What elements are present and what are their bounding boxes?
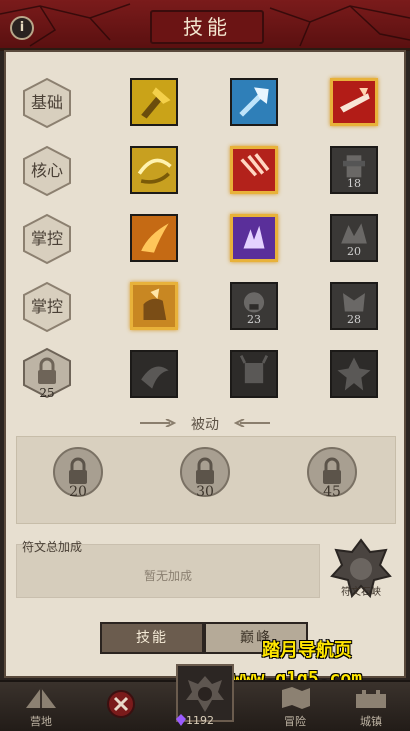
row-label-mastery-2: 掌控	[20, 280, 74, 334]
skill-blue-hammer[interactable]	[230, 78, 278, 126]
skill-red-axe-strike[interactable]	[330, 78, 378, 126]
info-button[interactable]: i	[10, 16, 34, 40]
row-label-text: 核心	[30, 161, 63, 180]
divider-ornament-right	[234, 419, 270, 427]
demon-skull-icon	[186, 676, 224, 712]
skill-locked-roar[interactable]: 23	[230, 282, 278, 330]
fire-leap-icon	[141, 223, 169, 253]
tent-icon	[26, 688, 56, 708]
locked-spike-icon	[337, 357, 371, 391]
page-title: 技能	[150, 10, 264, 44]
skill-golden-whirlwind[interactable]	[130, 146, 178, 194]
rune-empty-text: 暂无加成	[143, 569, 192, 583]
row-label-core: 核心	[20, 144, 74, 198]
passive-unlock-level: 20	[69, 484, 87, 500]
skill-locked-rock[interactable]: 20	[330, 214, 378, 262]
locked-dragon-icon	[141, 366, 169, 389]
row-label-text: 掌控	[30, 229, 63, 248]
nav-adventure-label: 冒险	[284, 715, 306, 728]
golden-fist-icon	[143, 288, 167, 320]
skill-locked-totem[interactable]: 18	[330, 146, 378, 194]
skill-golden-fist[interactable]	[130, 282, 178, 330]
tab-skill[interactable]: 技能	[100, 622, 204, 654]
blue-hammer-icon	[239, 87, 269, 117]
locked-demon-icon	[239, 355, 269, 384]
skill-locked-demon[interactable]	[230, 350, 278, 398]
nav-town-label: 城镇	[360, 715, 382, 728]
skill-locked-spike[interactable]	[330, 350, 378, 398]
passive-heading: 被动	[191, 417, 219, 433]
nav-camp[interactable]: 营地	[6, 682, 76, 731]
passive-unlock-level: 45	[323, 484, 341, 500]
nav-disabled[interactable]	[86, 682, 156, 731]
lock-level-label: 23	[247, 313, 261, 326]
nav-camp-label: 营地	[30, 715, 52, 728]
header-bar: i 技能	[0, 0, 410, 51]
map-icon	[282, 687, 310, 709]
castle-icon	[356, 690, 386, 708]
red-axe-strike-icon	[340, 88, 370, 113]
golden-whirlwind-icon	[137, 158, 172, 184]
golden-axe-icon	[141, 87, 171, 119]
red-claw-icon	[240, 153, 270, 177]
skill-locked-beast[interactable]: 28	[330, 282, 378, 330]
skill-red-claw[interactable]	[230, 146, 278, 194]
watermark-title: 踏月导航页	[262, 640, 352, 661]
skill-fire-leap[interactable]	[130, 214, 178, 262]
unlock-level-text: 25	[39, 386, 55, 400]
rune-summon-label: 符文石峡	[341, 587, 381, 598]
skill-golden-axe[interactable]	[130, 78, 178, 126]
row-label-text: 掌控	[30, 297, 63, 316]
row-label-mastery-1: 掌控	[20, 212, 74, 266]
purple-gem-icon	[176, 714, 186, 726]
row-label-basic: 基础	[20, 76, 74, 130]
row-label-text: 基础	[30, 93, 63, 112]
nav-town[interactable]: 城镇	[336, 682, 406, 731]
nav-adventure[interactable]: 冒险	[260, 682, 330, 731]
passive-unlock-level: 30	[196, 484, 214, 500]
lock-level-label: 18	[347, 177, 361, 190]
skill-locked-dragon[interactable]	[130, 350, 178, 398]
gem-count: 1192	[186, 714, 214, 727]
row-label-locked: 25	[20, 346, 74, 400]
rune-bonus-title: 符文总加成	[22, 540, 83, 554]
close-circle-icon	[107, 690, 135, 718]
skill-purple-shock[interactable]	[230, 214, 278, 262]
lock-level-label: 28	[347, 313, 361, 326]
purple-shock-icon	[243, 225, 265, 249]
lock-level-label: 20	[347, 245, 361, 258]
